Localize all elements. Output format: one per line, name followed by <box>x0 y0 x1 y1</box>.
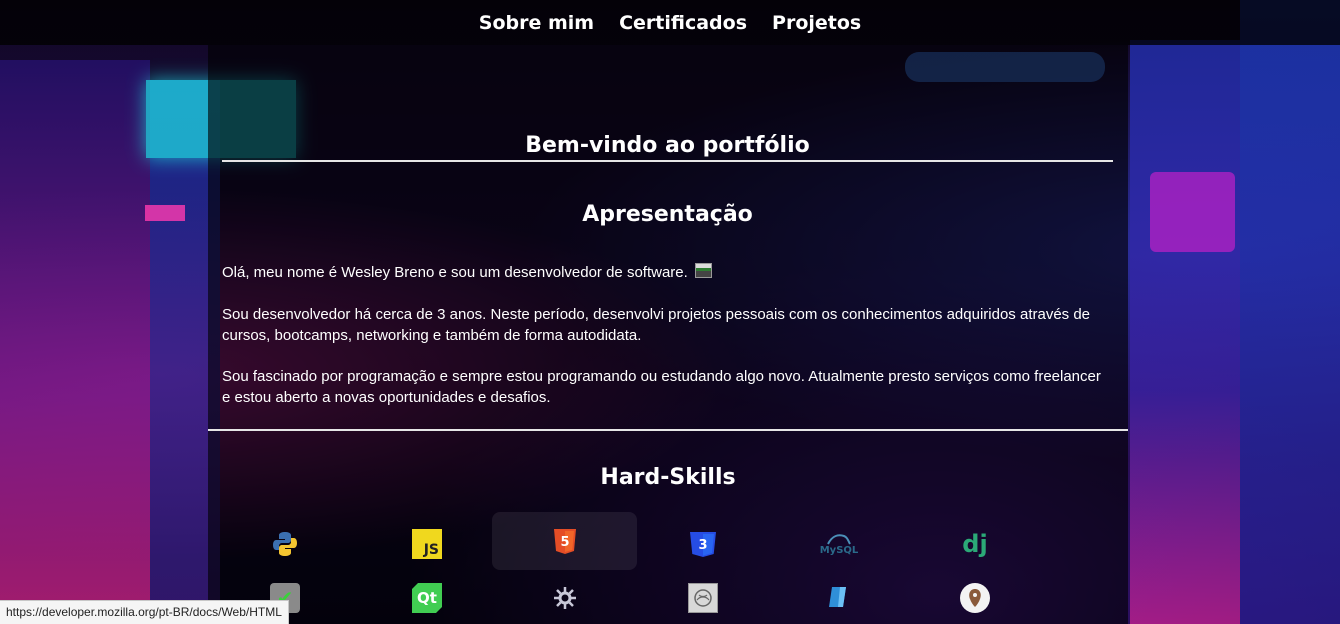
skill-sqlite[interactable] <box>774 572 904 624</box>
skill-html5[interactable]: 5 <box>492 512 637 570</box>
qt-icon-text: Qt <box>417 589 437 607</box>
skill-library[interactable] <box>638 572 768 624</box>
css3-icon: 3 <box>688 529 718 559</box>
django-icon: dj <box>960 529 990 559</box>
mysql-icon-text: MySQL <box>819 545 859 556</box>
about-paragraph-2: Sou desenvolvedor há cerca de 3 anos. Ne… <box>222 306 1091 344</box>
top-navbar: Sobre mim Certificados Projetos <box>0 0 1340 45</box>
skill-javascript[interactable]: JS <box>362 518 492 570</box>
skill-mysql[interactable]: MySQL <box>774 518 904 570</box>
about-section-title: Apresentação <box>582 202 753 227</box>
about-paragraph-1-text: Olá, meu nome é Wesley Breno e sou um de… <box>222 264 688 281</box>
neon-stripe <box>145 205 185 221</box>
nav-link-sobre-mim[interactable]: Sobre mim <box>479 12 594 34</box>
html5-icon-text: 5 <box>560 535 569 550</box>
section-divider <box>208 429 1128 431</box>
git-icon <box>960 583 990 613</box>
skill-django[interactable]: dj <box>910 518 1040 570</box>
mysql-icon: MySQL <box>818 529 860 559</box>
about-paragraph-1: Olá, meu nome é Wesley Breno e sou um de… <box>222 262 1113 283</box>
browser-status-bar: https://developer.mozilla.org/pt-BR/docs… <box>0 600 289 624</box>
skill-qt[interactable]: Qt <box>362 572 492 624</box>
django-icon-text: dj <box>962 530 988 558</box>
qt-icon: Qt <box>412 583 442 613</box>
skill-python[interactable] <box>220 518 350 570</box>
hard-skills-title: Hard-Skills <box>600 465 736 490</box>
skill-git[interactable] <box>910 572 1040 624</box>
about-paragraph-3: Sou fascinado por programação e sempre e… <box>222 368 1101 406</box>
javascript-icon: JS <box>412 529 442 559</box>
sqlite-icon <box>824 583 854 613</box>
skill-gear[interactable] <box>500 572 630 624</box>
python-icon <box>270 529 300 559</box>
neon-sign-right <box>1150 172 1235 252</box>
nav-link-certificados[interactable]: Certificados <box>619 12 747 34</box>
background-building-right-2 <box>1240 0 1340 624</box>
css3-icon-text: 3 <box>698 538 707 553</box>
nav-link-projetos[interactable]: Projetos <box>772 12 861 34</box>
computer-emoji-icon <box>694 263 712 278</box>
welcome-title: Bem-vindo ao portfólio <box>222 133 1113 162</box>
gear-icon <box>550 583 580 613</box>
html5-icon: 5 <box>550 526 580 556</box>
background-building-right <box>1130 40 1240 624</box>
background-building-left <box>0 60 150 624</box>
javascript-icon-text: JS <box>423 542 439 558</box>
skill-css3[interactable]: 3 <box>638 518 768 570</box>
library-icon <box>688 583 718 613</box>
main-content: Bem-vindo ao portfólio Apresentação Olá,… <box>222 45 1113 408</box>
